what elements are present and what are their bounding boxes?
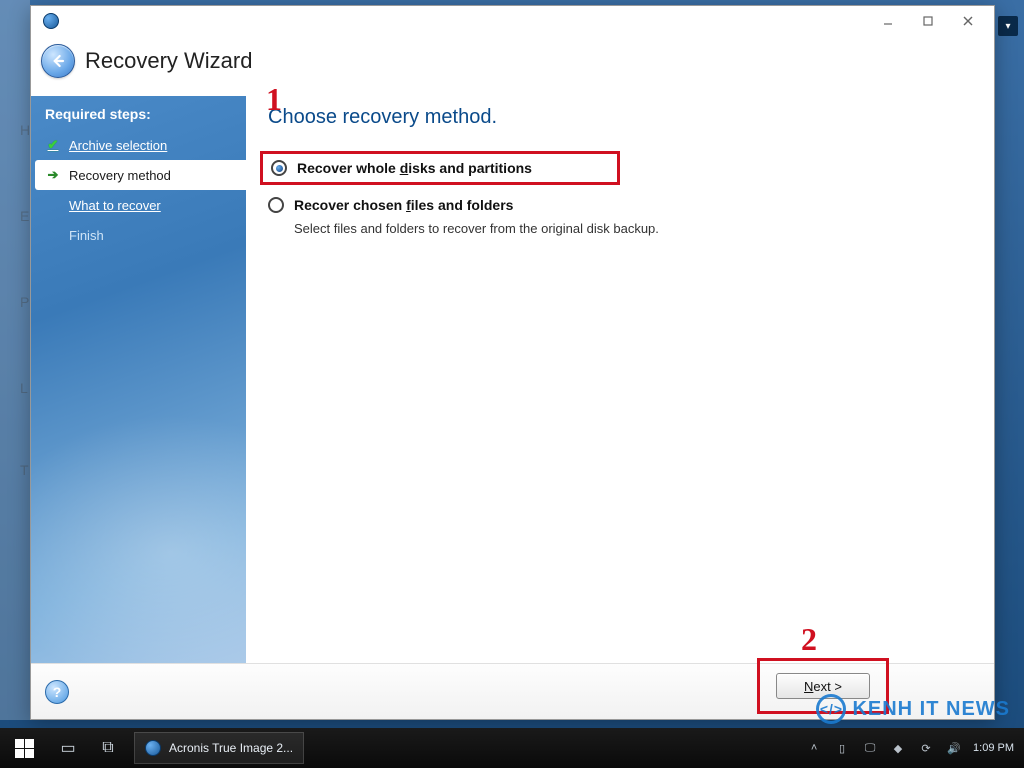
taskview-icon[interactable]: ▭ bbox=[48, 728, 88, 768]
current-step-icon: ➔ bbox=[45, 167, 61, 183]
tray-chevron-icon[interactable]: ˄ bbox=[805, 742, 823, 754]
step-label: Finish bbox=[69, 228, 104, 243]
steps-sidebar: Required steps: ✔ Archive selection ➔ Re… bbox=[31, 96, 246, 663]
bg-letter: P bbox=[20, 294, 29, 310]
help-button[interactable]: ? bbox=[45, 680, 69, 704]
option-recover-files-folders[interactable]: Recover chosen files and folders bbox=[268, 193, 972, 217]
window-titlebar[interactable] bbox=[31, 6, 994, 36]
sidebar-heading: Required steps: bbox=[31, 96, 246, 130]
watermark: </> KENH IT NEWS bbox=[816, 694, 1010, 724]
recovery-wizard-window: Recovery Wizard Required steps: ✔ Archiv… bbox=[30, 5, 995, 720]
system-tray[interactable]: ˄ ▯ 🖵 ◆ ⟳ 🔊 1:09 PM bbox=[805, 742, 1024, 755]
wizard-title: Recovery Wizard bbox=[85, 48, 252, 74]
taskbar-task-acronis[interactable]: Acronis True Image 2... bbox=[134, 732, 304, 764]
step-label: Recovery method bbox=[69, 168, 171, 183]
task-label: Acronis True Image 2... bbox=[169, 741, 293, 755]
option-label: Recover whole disks and partitions bbox=[297, 160, 532, 176]
content-title: Choose recovery method. bbox=[268, 106, 972, 129]
watermark-text: KENH IT NEWS bbox=[852, 698, 1010, 721]
tray-monitor-icon[interactable]: 🖵 bbox=[861, 742, 879, 755]
windows-logo-icon bbox=[15, 739, 34, 758]
step-archive-selection[interactable]: ✔ Archive selection bbox=[31, 130, 246, 160]
wizard-content: Choose recovery method. Recover whole di… bbox=[246, 96, 994, 663]
annotation-2: 2 bbox=[801, 621, 817, 658]
tray-action-icon[interactable]: ◆ bbox=[889, 742, 907, 755]
app-icon bbox=[43, 13, 59, 29]
close-button[interactable] bbox=[948, 10, 988, 32]
bg-letter: L bbox=[20, 380, 28, 396]
step-spacer bbox=[45, 227, 61, 243]
checkmark-icon: ✔ bbox=[45, 137, 61, 153]
tray-sync-icon[interactable]: ⟳ bbox=[917, 742, 935, 755]
background-dropdown-chevron[interactable]: ▾ bbox=[998, 16, 1018, 36]
bg-letter: H bbox=[20, 122, 30, 138]
wizard-header: Recovery Wizard bbox=[31, 36, 994, 96]
radio-icon[interactable] bbox=[268, 197, 284, 213]
back-button[interactable] bbox=[41, 44, 75, 78]
background-window-edge bbox=[0, 0, 30, 720]
tray-clock[interactable]: 1:09 PM bbox=[973, 742, 1014, 754]
bg-letter: T bbox=[20, 462, 29, 478]
app-icon bbox=[145, 740, 161, 756]
tray-volume-icon[interactable]: 🔊 bbox=[945, 742, 963, 755]
watermark-logo-icon: </> bbox=[816, 694, 846, 724]
step-finish: Finish bbox=[31, 220, 246, 250]
taskbar[interactable]: ▭ ⧉ Acronis True Image 2... ˄ ▯ 🖵 ◆ ⟳ 🔊 … bbox=[0, 728, 1024, 768]
step-spacer bbox=[45, 197, 61, 213]
option-recover-whole-disks[interactable]: Recover whole disks and partitions bbox=[260, 151, 620, 185]
step-what-to-recover[interactable]: What to recover bbox=[31, 190, 246, 220]
annotation-1: 1 bbox=[266, 81, 282, 118]
step-label: Archive selection bbox=[69, 138, 167, 153]
step-label: What to recover bbox=[69, 198, 161, 213]
taskbar-pinned-icon[interactable]: ⧉ bbox=[88, 728, 128, 768]
tray-network-icon[interactable]: ▯ bbox=[833, 742, 851, 755]
start-button[interactable] bbox=[0, 728, 48, 768]
minimize-button[interactable] bbox=[868, 10, 908, 32]
option-label: Recover chosen files and folders bbox=[294, 197, 513, 213]
maximize-button[interactable] bbox=[908, 10, 948, 32]
radio-icon[interactable] bbox=[271, 160, 287, 176]
bg-letter: E bbox=[20, 208, 29, 224]
step-recovery-method: ➔ Recovery method bbox=[35, 160, 246, 190]
option-description: Select files and folders to recover from… bbox=[294, 221, 972, 236]
